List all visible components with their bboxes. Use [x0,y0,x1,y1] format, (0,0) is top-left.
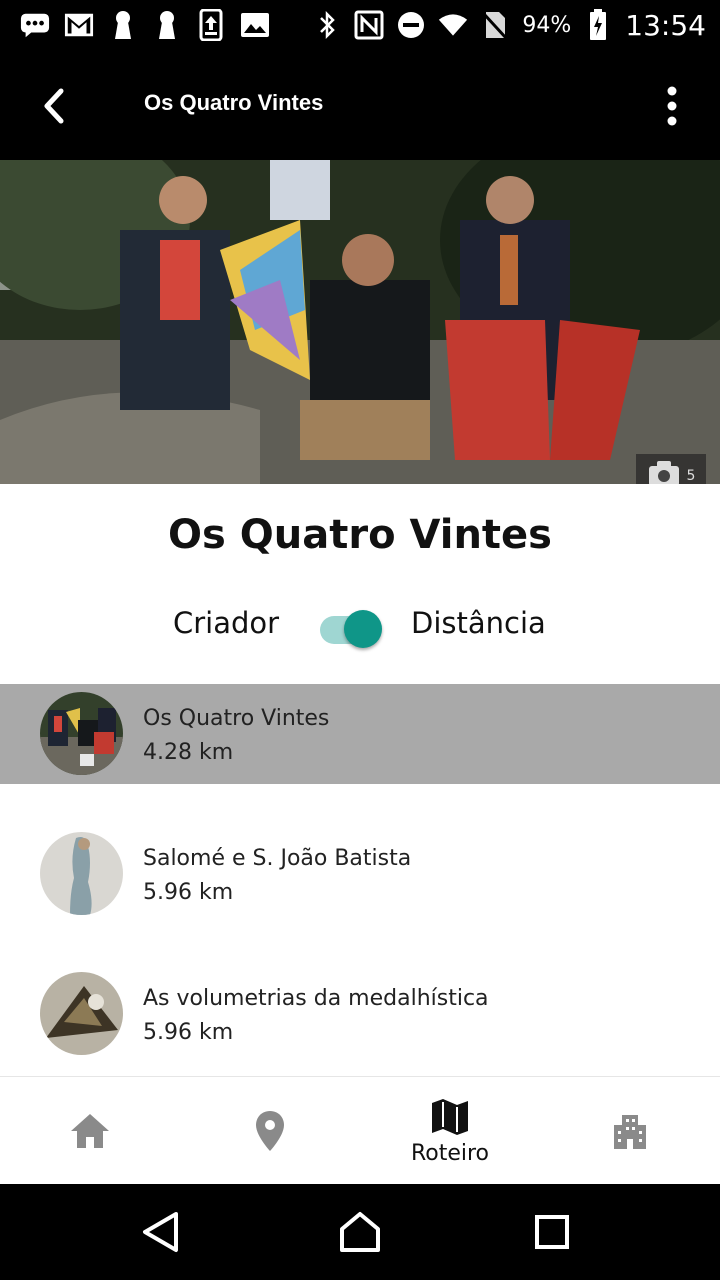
camera-icon [648,461,679,484]
bluetooth-icon [312,10,342,40]
wifi-icon [438,10,468,40]
list-item[interactable]: As volumetrias da medalhística 5.96 km [0,924,720,1064]
list-item[interactable]: Salomé e S. João Batista 5.96 km [0,784,720,924]
arrow-back-icon [44,88,64,124]
map-icon [432,1098,468,1135]
system-back-button[interactable] [136,1208,184,1256]
battery-percent: 94% [522,12,572,38]
image-icon [240,10,270,40]
app-bar-title: Os Quatro Vintes [144,90,324,115]
home-circle-icon [340,1212,380,1252]
nav-institutions[interactable] [540,1077,720,1185]
home-icon [71,1114,109,1148]
list-item-distance: 5.96 km [143,1020,234,1045]
more-vert-icon [667,86,677,126]
map-pin-icon [256,1111,284,1151]
list-item[interactable]: Os Quatro Vintes 4.28 km [0,684,720,784]
list-item-distance: 4.28 km [143,740,234,765]
nav-home[interactable] [0,1077,180,1185]
list-item-title: As volumetrias da medalhística [143,986,489,1011]
nav-roteiro-label: Roteiro [410,1140,490,1166]
sort-by-distance-label: Distância [411,606,546,640]
status-bar: 94% 13:54 [0,0,720,50]
nav-roteiro[interactable]: Roteiro [360,1077,540,1185]
artwork-thumbnail [40,832,123,915]
status-bar-system: 94% 13:54 [312,8,706,42]
battery-icon [583,9,613,40]
building-icon [614,1115,646,1149]
back-button[interactable] [28,80,80,132]
nav-map[interactable] [180,1077,360,1185]
recents-square-icon [535,1215,569,1249]
status-bar-notifications [20,8,270,42]
artwork-thumbnail [40,692,123,775]
artwork-list: Os Quatro Vintes 4.28 km Salomé e S. Joã… [0,684,720,1064]
system-recents-button[interactable] [528,1208,576,1256]
upload-icon [196,9,226,41]
system-home-button[interactable] [336,1208,384,1256]
overflow-menu-button[interactable] [646,80,698,132]
back-triangle-icon [143,1212,178,1252]
sort-toggle-switch[interactable] [318,604,386,648]
dnd-icon [396,10,426,40]
bottom-navigation: Roteiro [0,1076,720,1184]
system-navigation-bar [0,1184,720,1280]
keyhole-icon [152,10,182,40]
chat-icon [20,10,50,40]
photo-count: 5 [686,468,696,484]
photo-count-badge[interactable]: 5 [636,454,706,484]
list-item-title: Salomé e S. João Batista [143,846,412,871]
list-item-title: Os Quatro Vintes [143,706,330,731]
hero-photo-image [0,160,720,484]
no-sim-icon [480,10,510,40]
sort-by-creator-label: Criador [173,606,280,640]
list-item-distance: 5.96 km [143,880,234,905]
keyhole-icon [108,10,138,40]
sort-toggle-row: Criador Distância [0,596,720,652]
hero-photo[interactable]: 5 [0,160,720,484]
switch-thumb[interactable] [344,610,382,648]
gmail-icon [64,10,94,40]
page-title: Os Quatro Vintes [168,512,552,558]
clock: 13:54 [625,8,706,42]
app-bar: Os Quatro Vintes [0,50,720,160]
artwork-thumbnail [40,972,123,1055]
nfc-icon [354,10,384,40]
